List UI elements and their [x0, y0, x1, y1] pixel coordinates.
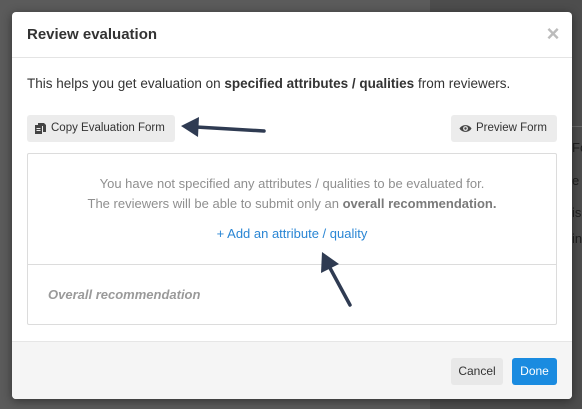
- preview-form-button[interactable]: Preview Form: [451, 115, 557, 142]
- description-text: This helps you get evaluation on: [27, 76, 225, 91]
- empty-state-text: The reviewers will be able to submit onl…: [87, 196, 343, 211]
- description-text: from reviewers.: [414, 76, 511, 91]
- dialog-header: Review evaluation ×: [12, 12, 572, 58]
- overall-recommendation-label: Overall recommendation: [48, 287, 201, 302]
- document-copy-icon: [35, 123, 46, 134]
- dialog-footer: Cancel Done: [12, 341, 572, 399]
- dialog-description: This helps you get evaluation on specifi…: [27, 76, 510, 91]
- dialog-title: Review evaluation: [27, 26, 158, 43]
- background-text-fragment: e: [572, 173, 580, 188]
- done-button[interactable]: Done: [512, 358, 557, 385]
- background-text-fragment: Fo: [572, 140, 582, 155]
- preview-form-label: Preview Form: [476, 122, 547, 134]
- eye-icon: [459, 125, 472, 132]
- copy-evaluation-form-button[interactable]: Copy Evaluation Form: [27, 115, 175, 142]
- description-emphasis: specified attributes / qualities: [224, 76, 415, 91]
- close-icon[interactable]: ×: [544, 23, 562, 45]
- empty-state-emphasis: overall recommendation.: [342, 196, 497, 211]
- review-evaluation-dialog: Review evaluation × This helps you get e…: [12, 12, 572, 399]
- empty-state-message: You have not specified any attributes / …: [99, 176, 485, 191]
- copy-evaluation-form-label: Copy Evaluation Form: [51, 122, 165, 134]
- cancel-button[interactable]: Cancel: [451, 358, 503, 385]
- form-divider: [28, 264, 556, 265]
- evaluation-form-panel: You have not specified any attributes / …: [27, 153, 557, 325]
- background-text-fragment: is: [572, 205, 582, 220]
- add-attribute-link[interactable]: + Add an attribute / quality: [28, 226, 556, 241]
- background-text-fragment: in: [572, 231, 582, 246]
- empty-state-message: The reviewers will be able to submit onl…: [28, 196, 556, 211]
